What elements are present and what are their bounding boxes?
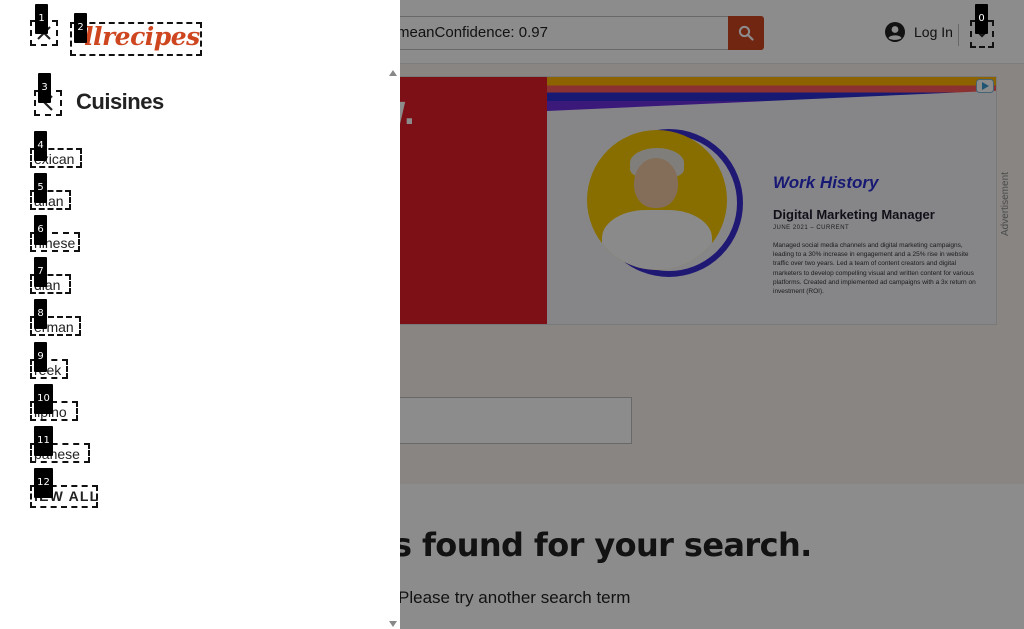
cuisine-item-italian[interactable]: alian [34,193,64,209]
cuisine-item-indian[interactable]: dian [34,277,60,293]
cuisine-item-german[interactable]: erman [34,319,74,335]
cuisine-item-mexican[interactable]: exican [34,151,74,167]
scroll-up-arrow-icon[interactable] [389,70,397,76]
cuisine-item-chinese[interactable]: ninese [34,235,75,251]
scroll-down-arrow-icon[interactable] [389,621,397,627]
drawer-scrollbar[interactable] [386,64,400,629]
close-button[interactable] [30,20,58,46]
back-button[interactable] [34,90,62,116]
allrecipes-logo[interactable]: llrecipes [70,16,202,56]
close-icon [37,26,51,40]
cuisine-item-japanese[interactable]: panese [34,446,80,462]
chevron-left-icon [43,95,53,111]
logo-text: llrecipes [84,21,200,51]
section-title: Cuisines [76,89,164,114]
cuisine-item-filipino[interactable]: lipino [34,404,67,420]
cuisine-item-greek[interactable]: reek [34,362,61,378]
view-all-link[interactable]: IEW ALL [34,488,99,504]
nav-drawer: llrecipes Cuisines exican alian ninese d… [0,0,400,629]
